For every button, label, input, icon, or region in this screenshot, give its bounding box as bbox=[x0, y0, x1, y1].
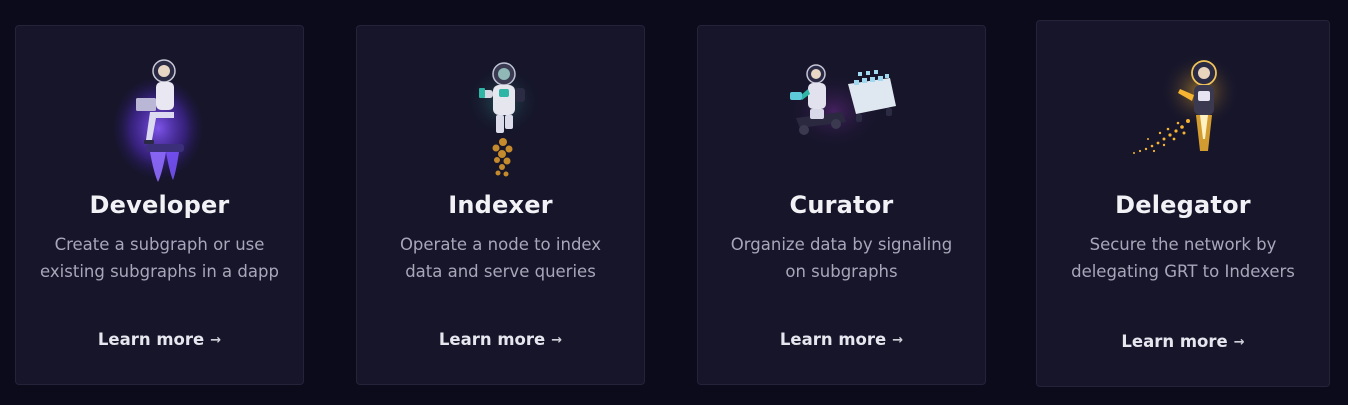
learn-more-label: Learn more bbox=[779, 330, 887, 349]
learn-more-label: Learn more bbox=[97, 330, 205, 349]
card-description: Create a subgraph or use existing subgra… bbox=[40, 235, 279, 281]
learn-more-link[interactable]: Learn more → bbox=[1037, 332, 1329, 351]
card-title: Curator bbox=[789, 191, 894, 219]
role-cards-section: Developer Create a subgraph or use exist… bbox=[0, 0, 1348, 405]
arrow-right-icon: → bbox=[551, 333, 563, 348]
delegator-astronaut-illustration bbox=[1037, 51, 1329, 181]
card-description: Organize data by signaling on subgraphs bbox=[730, 235, 953, 281]
indexer-card[interactable]: Indexer Operate a node to index data and… bbox=[356, 25, 645, 385]
card-description: Secure the network by delegating GRT to … bbox=[1071, 235, 1295, 281]
curator-astronaut-illustration bbox=[698, 56, 985, 186]
developer-astronaut-illustration bbox=[16, 56, 303, 186]
learn-more-link[interactable]: Learn more → bbox=[698, 330, 985, 349]
card-title: Indexer bbox=[448, 191, 553, 219]
learn-more-link[interactable]: Learn more → bbox=[16, 330, 303, 349]
learn-more-label: Learn more bbox=[438, 330, 546, 349]
arrow-right-icon: → bbox=[1233, 335, 1245, 350]
arrow-right-icon: → bbox=[892, 333, 904, 348]
learn-more-label: Learn more bbox=[1121, 332, 1228, 351]
indexer-astronaut-illustration bbox=[357, 56, 644, 186]
curator-card[interactable]: Curator Organize data by signaling on su… bbox=[697, 25, 986, 385]
card-title: Developer bbox=[89, 191, 230, 219]
arrow-right-icon: → bbox=[210, 333, 222, 348]
learn-more-link[interactable]: Learn more → bbox=[357, 330, 644, 349]
card-description: Operate a node to index data and serve q… bbox=[399, 235, 602, 281]
developer-card[interactable]: Developer Create a subgraph or use exist… bbox=[15, 25, 304, 385]
delegator-card[interactable]: Delegator Secure the network by delegati… bbox=[1036, 20, 1330, 387]
card-title: Delegator bbox=[1115, 191, 1251, 219]
